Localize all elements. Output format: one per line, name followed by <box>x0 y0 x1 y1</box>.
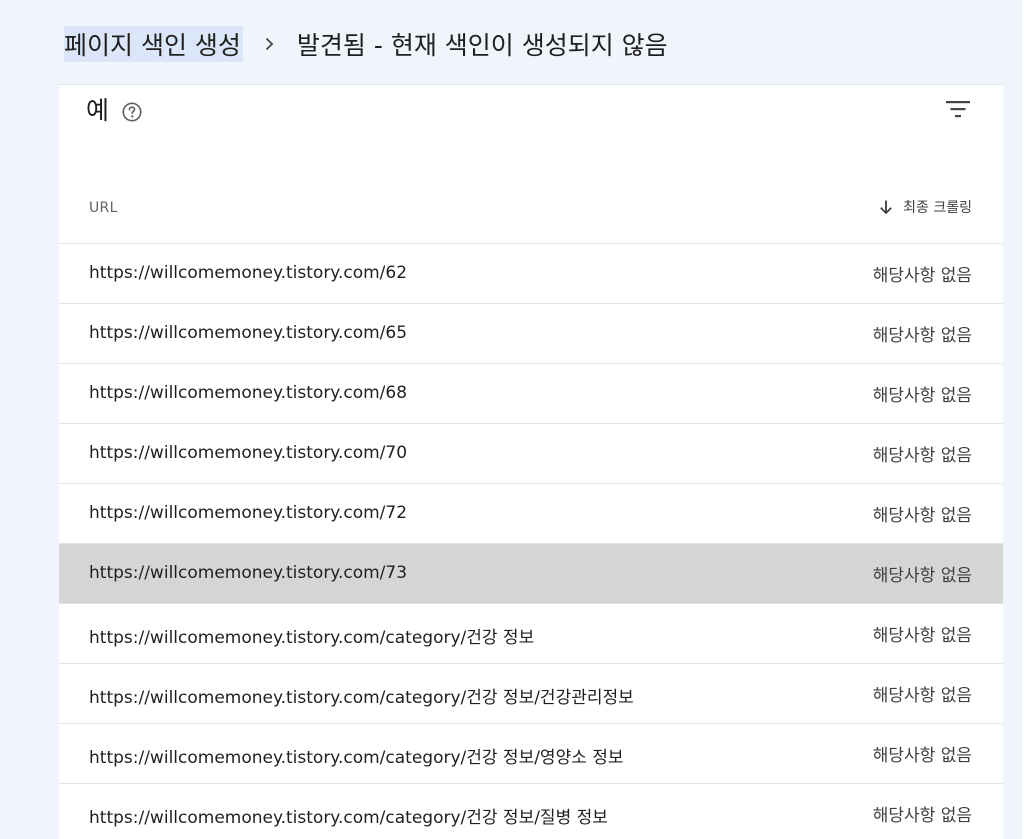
card-title: 예 <box>86 96 110 125</box>
row-url: https://willcomemoney.tistory.com/68 <box>89 383 408 403</box>
table-row[interactable]: https://willcomemoney.tistory.com/catego… <box>59 664 1003 724</box>
row-url: https://willcomemoney.tistory.com/73 <box>89 563 408 583</box>
page: 페이지 색인 생성 발견됨 - 현재 색인이 생성되지 않음 예 URL 최종 … <box>0 0 1024 839</box>
table-row[interactable]: https://willcomemoney.tistory.com/catego… <box>59 784 1003 839</box>
table-header: URL 최종 크롤링 <box>59 177 1003 244</box>
row-url: https://willcomemoney.tistory.com/62 <box>89 263 408 283</box>
chevron-right-icon <box>261 36 277 52</box>
help-circle-icon[interactable] <box>121 101 143 123</box>
table-row[interactable]: https://willcomemoney.tistory.com/70 해당사… <box>59 424 1003 484</box>
row-url: https://willcomemoney.tistory.com/catego… <box>89 748 624 768</box>
row-url: https://willcomemoney.tistory.com/catego… <box>89 628 535 648</box>
column-header-last-crawl-label: 최종 크롤링 <box>903 200 972 216</box>
examples-card: 예 URL 최종 크롤링 https://willcomemoney.tisto… <box>59 84 1003 839</box>
row-url: https://willcomemoney.tistory.com/65 <box>89 323 408 343</box>
column-header-last-crawl[interactable]: 최종 크롤링 <box>877 197 972 217</box>
table-body: https://willcomemoney.tistory.com/62 해당사… <box>59 244 1003 839</box>
row-last-crawl: 해당사항 없음 <box>872 326 972 346</box>
table-row[interactable]: https://willcomemoney.tistory.com/catego… <box>59 724 1003 784</box>
table-row[interactable]: https://willcomemoney.tistory.com/72 해당사… <box>59 484 1003 544</box>
table-row[interactable]: https://willcomemoney.tistory.com/catego… <box>59 604 1003 664</box>
row-last-crawl: 해당사항 없음 <box>872 506 972 526</box>
arrow-down-icon <box>880 200 892 215</box>
breadcrumb: 페이지 색인 생성 발견됨 - 현재 색인이 생성되지 않음 <box>64 24 668 64</box>
row-last-crawl: 해당사항 없음 <box>872 626 972 646</box>
filter-icon[interactable] <box>944 97 972 121</box>
row-url: https://willcomemoney.tistory.com/70 <box>89 443 408 463</box>
row-last-crawl: 해당사항 없음 <box>872 266 972 286</box>
row-last-crawl: 해당사항 없음 <box>872 746 972 766</box>
row-url: https://willcomemoney.tistory.com/72 <box>89 503 408 523</box>
row-last-crawl: 해당사항 없음 <box>872 686 972 706</box>
row-url: https://willcomemoney.tistory.com/catego… <box>89 808 608 828</box>
breadcrumb-current: 발견됨 - 현재 색인이 생성되지 않음 <box>296 31 668 60</box>
breadcrumb-parent-link[interactable]: 페이지 색인 생성 <box>64 26 243 62</box>
table-row[interactable]: https://willcomemoney.tistory.com/68 해당사… <box>59 364 1003 424</box>
table-row-selected[interactable]: https://willcomemoney.tistory.com/73 해당사… <box>59 544 1003 604</box>
row-last-crawl: 해당사항 없음 <box>872 566 972 586</box>
table-row[interactable]: https://willcomemoney.tistory.com/65 해당사… <box>59 304 1003 364</box>
row-last-crawl: 해당사항 없음 <box>872 806 972 826</box>
table-row[interactable]: https://willcomemoney.tistory.com/62 해당사… <box>59 244 1003 304</box>
row-url: https://willcomemoney.tistory.com/catego… <box>89 688 634 708</box>
column-header-url[interactable]: URL <box>89 200 118 216</box>
row-last-crawl: 해당사항 없음 <box>872 386 972 406</box>
row-last-crawl: 해당사항 없음 <box>872 446 972 466</box>
